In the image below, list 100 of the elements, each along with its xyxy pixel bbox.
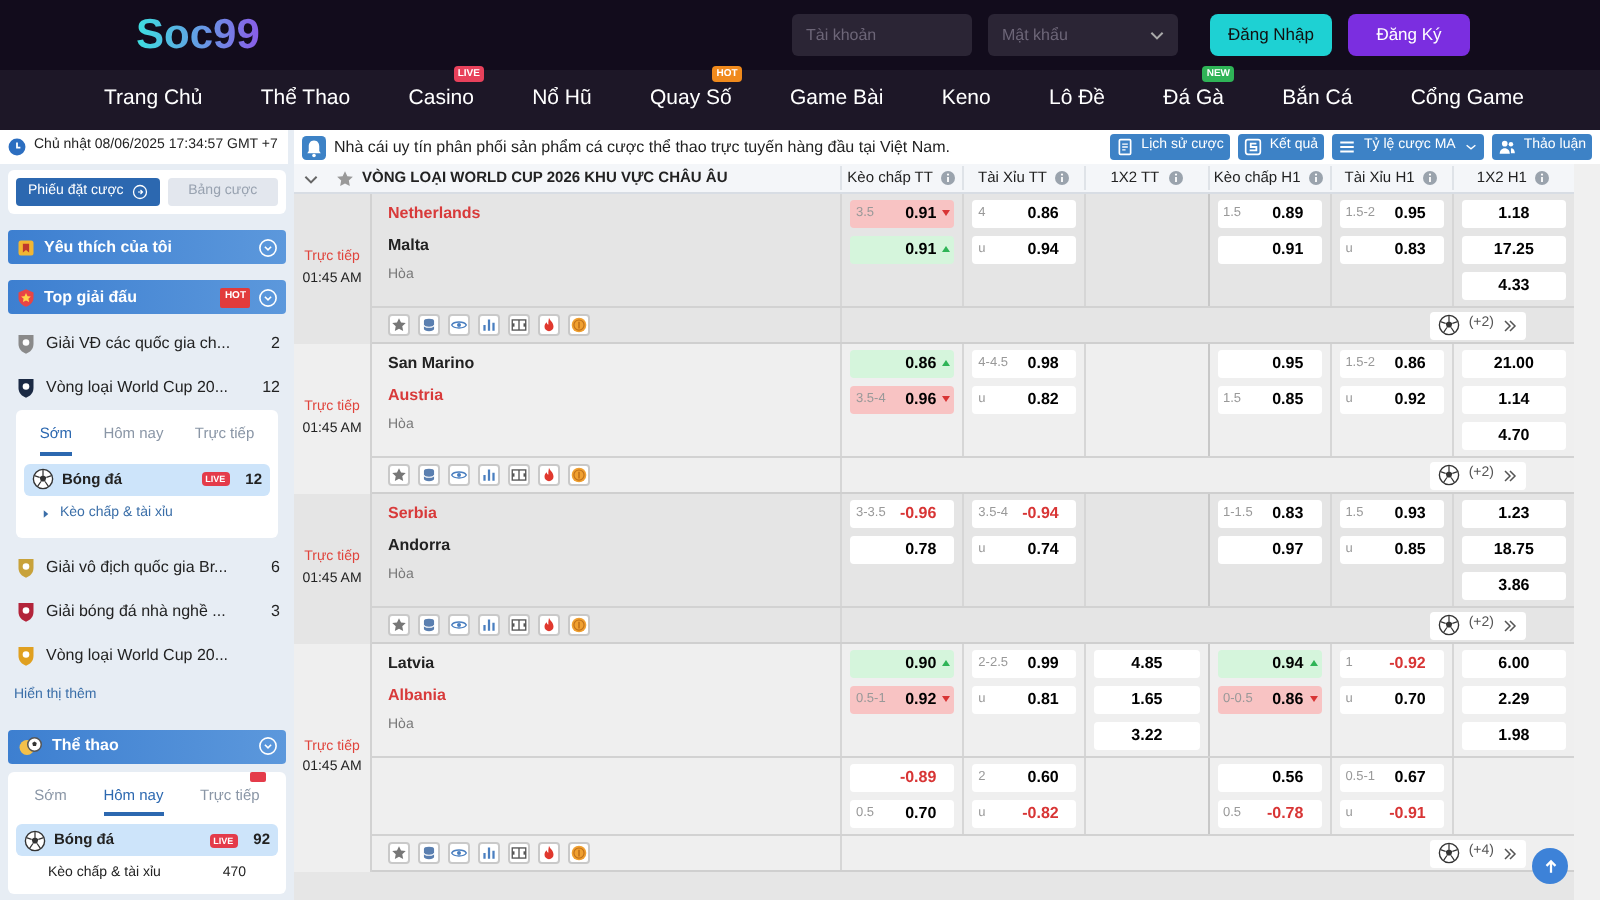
nav-link[interactable]: Casino — [408, 86, 474, 111]
odds-button[interactable]: 1.18 — [1461, 200, 1567, 228]
odds-button[interactable]: 0.78 — [850, 536, 955, 564]
odds-button[interactable]: 1.14 — [1461, 386, 1567, 414]
odds-button[interactable]: 0.56 — [1217, 764, 1322, 792]
eye-icon[interactable] — [450, 844, 468, 862]
star-icon[interactable] — [390, 616, 408, 634]
odds-button[interactable]: 4.33 — [1461, 272, 1567, 300]
nav-link[interactable]: Nổ Hũ — [532, 86, 592, 111]
odds-button[interactable]: 4.70 — [1461, 422, 1567, 450]
odds-button[interactable]: 6.00 — [1461, 650, 1567, 678]
star-icon[interactable] — [390, 316, 408, 334]
coin-icon[interactable] — [570, 616, 588, 634]
odds-button[interactable]: 0.91 — [850, 236, 955, 264]
team-name: Andorra — [388, 534, 453, 558]
soccer-ball-icon — [32, 468, 54, 491]
nav-link[interactable]: Cổng Game — [1410, 86, 1524, 111]
bar-chart-icon[interactable] — [480, 466, 498, 484]
fire-icon[interactable] — [540, 844, 558, 862]
nav-link[interactable]: Đá Gà — [1163, 86, 1225, 111]
section-header[interactable]: Yêu thích của tôi — [8, 230, 286, 265]
arrow-up-icon — [942, 360, 951, 366]
odds-button[interactable]: 1.65 — [1094, 686, 1200, 714]
bar-chart-icon[interactable] — [480, 616, 498, 634]
odds-button[interactable]: 3.22 — [1094, 722, 1200, 750]
info-icon — [1534, 170, 1551, 186]
field-icon[interactable] — [510, 844, 528, 862]
field-icon[interactable] — [510, 316, 528, 334]
arrow-down-icon — [1309, 696, 1318, 702]
database-icon[interactable] — [420, 316, 438, 334]
league-item[interactable]: Vòng loại World Cup 20... 12 — [8, 366, 286, 411]
coin-icon[interactable] — [570, 466, 588, 484]
odds-button[interactable]: 0.94 — [1217, 650, 1322, 678]
coin-icon[interactable] — [570, 316, 588, 334]
arrow-down-icon — [942, 210, 951, 216]
soccer-ball-icon — [1438, 842, 1461, 864]
team-name: Serbia — [388, 502, 439, 526]
odds-button[interactable]: 21.00 — [1461, 350, 1567, 378]
nav-link[interactable]: Keno — [941, 86, 991, 111]
register-button[interactable]: Đăng Ký — [1348, 14, 1470, 56]
star-icon[interactable] — [390, 466, 408, 484]
odds-button[interactable]: 2.29 — [1461, 686, 1567, 714]
eye-icon[interactable] — [450, 466, 468, 484]
odds-button[interactable]: 0.86 — [850, 350, 955, 378]
odds-button[interactable]: 0.91 — [1217, 236, 1322, 264]
database-icon[interactable] — [420, 466, 438, 484]
odds-button[interactable]: 18.75 — [1461, 536, 1567, 564]
team-name: Austria — [388, 384, 446, 408]
triangle-icon — [40, 507, 52, 520]
bar-chart-icon[interactable] — [480, 316, 498, 334]
odds-button[interactable]: 1.23 — [1461, 500, 1567, 528]
database-icon[interactable] — [420, 844, 438, 862]
nav-link[interactable]: Quay Số — [650, 86, 732, 111]
bar-chart-icon[interactable] — [480, 844, 498, 862]
nav-link[interactable]: Thể Thao — [260, 86, 351, 111]
database-icon[interactable] — [420, 616, 438, 634]
odds-button[interactable]: 17.25 — [1461, 236, 1567, 264]
odds-button[interactable]: 1.98 — [1461, 722, 1567, 750]
section-header[interactable]: Thể thao — [8, 729, 286, 764]
info-icon — [1422, 170, 1439, 186]
username-field[interactable]: Tài khoản — [792, 14, 972, 56]
fire-icon[interactable] — [540, 616, 558, 634]
league-item[interactable]: Giải VĐ các quốc gia ch... 2 — [8, 322, 286, 367]
odds-button[interactable]: 0.90 — [850, 650, 955, 678]
league-item[interactable]: Vòng loại World Cup 20... — [8, 634, 286, 679]
eye-icon[interactable] — [450, 316, 468, 334]
league-logo-icon — [14, 376, 38, 401]
league-item[interactable]: Giải bóng đá nhà nghề ... 3 — [8, 590, 286, 635]
arrow-up-icon — [942, 246, 951, 252]
fire-icon[interactable] — [540, 466, 558, 484]
star-icon[interactable] — [390, 844, 408, 862]
team-name: San Marino — [388, 352, 477, 376]
coin-icon[interactable] — [570, 844, 588, 862]
nav-link[interactable]: Trang Chủ — [104, 86, 203, 111]
league-logo-icon — [14, 332, 38, 357]
team-name: Netherlands — [388, 202, 483, 226]
eye-icon[interactable] — [450, 616, 468, 634]
nav-link[interactable]: Game Bài — [790, 86, 884, 111]
odds-button[interactable]: 0.95 — [1217, 350, 1322, 378]
nav-link[interactable]: Bắn Cá — [1282, 86, 1353, 111]
star-icon — [336, 169, 354, 187]
fire-icon[interactable] — [540, 316, 558, 334]
odds-button[interactable]: 3.86 — [1461, 572, 1567, 600]
field-icon[interactable] — [510, 616, 528, 634]
arrow-up-icon — [1309, 660, 1318, 666]
list-icon — [1338, 138, 1357, 156]
soccer-ball-icon — [1438, 314, 1461, 336]
soccer-ball-icon — [1438, 464, 1461, 486]
league-logo-icon — [14, 600, 38, 625]
password-field[interactable]: Mật khẩu — [988, 14, 1178, 56]
odds-button[interactable]: 4.85 — [1094, 650, 1200, 678]
odds-button[interactable]: -0.89 — [850, 764, 955, 792]
result-icon — [1243, 138, 1262, 156]
login-button[interactable]: Đăng Nhập — [1210, 14, 1332, 56]
odds-button[interactable]: 0.97 — [1217, 536, 1322, 564]
nav-link[interactable]: Lô Đề — [1049, 86, 1106, 111]
league-item[interactable]: Giải vô địch quốc gia Br... 6 — [8, 546, 286, 591]
double-chevron-icon — [1502, 617, 1518, 633]
bookmark-icon — [16, 237, 36, 258]
field-icon[interactable] — [510, 466, 528, 484]
